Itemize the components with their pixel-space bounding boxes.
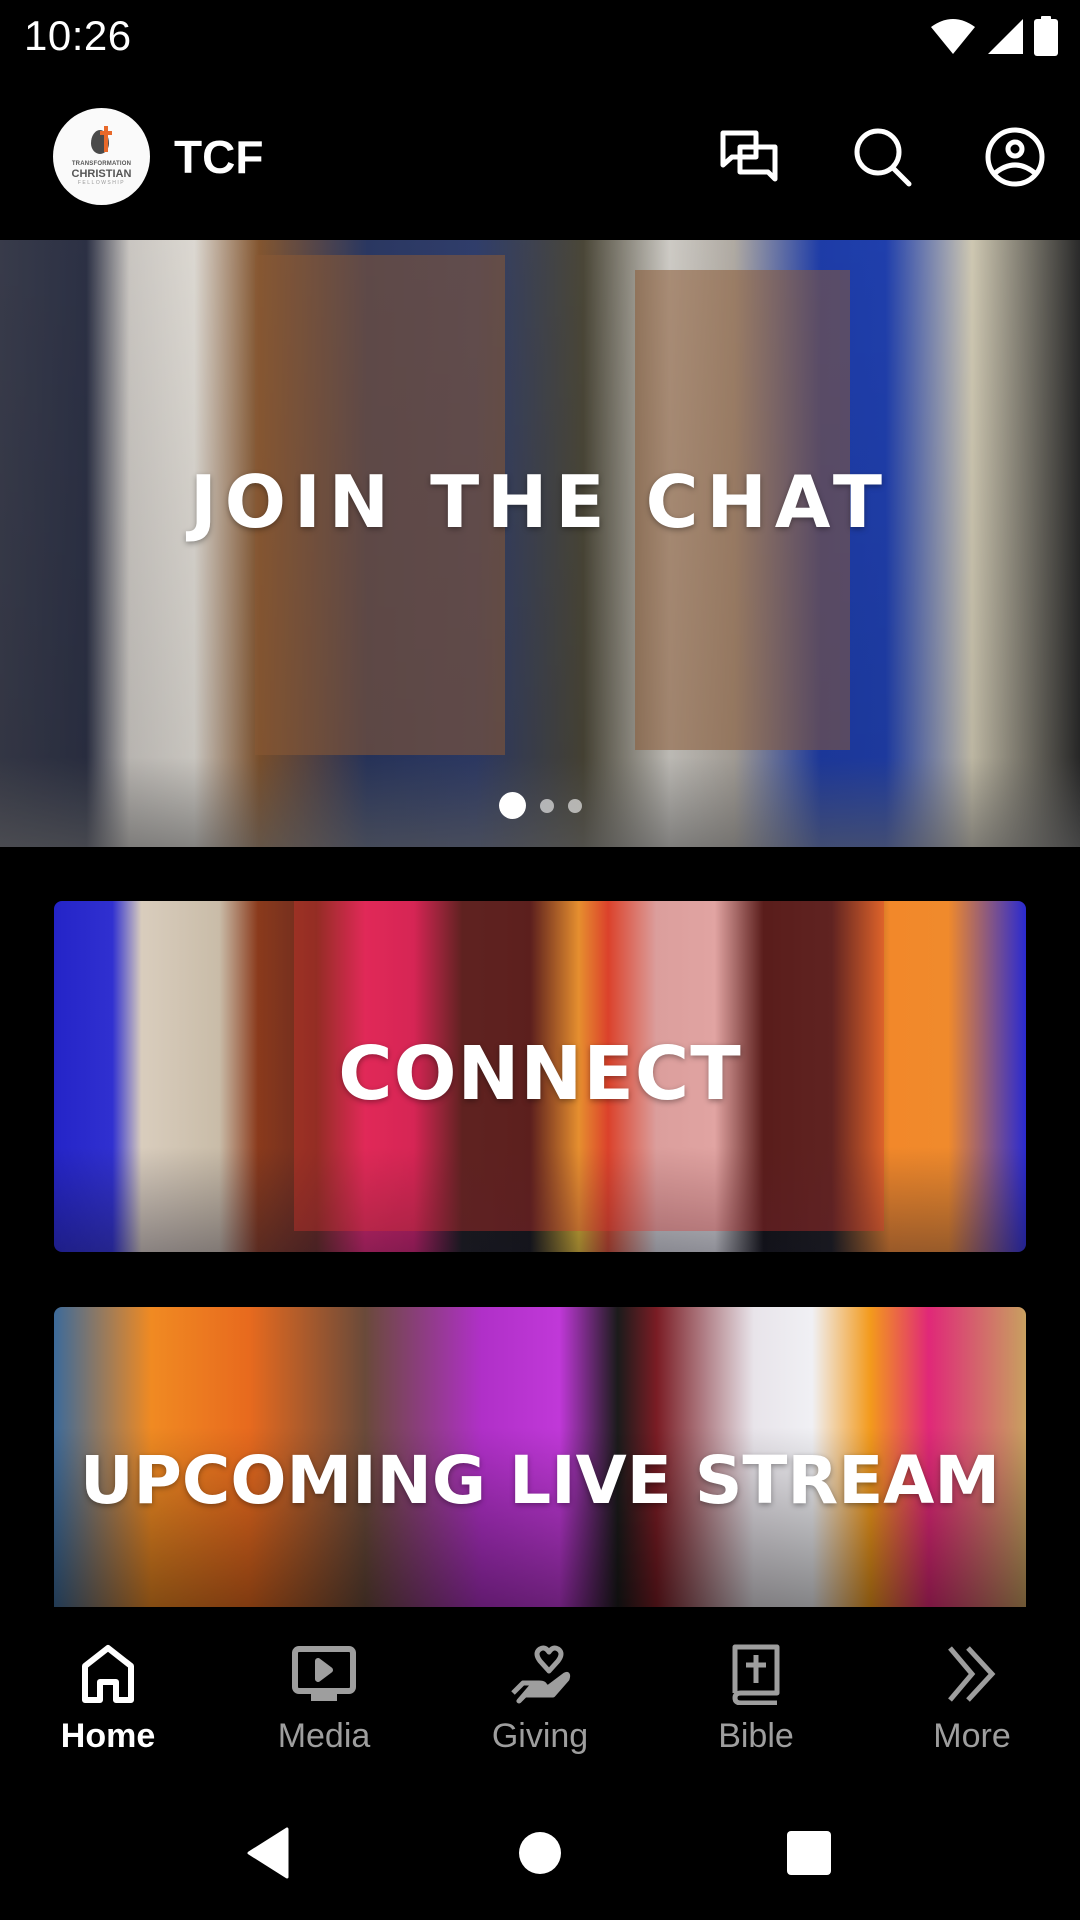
nav-label-bible: Bible — [718, 1717, 794, 1755]
carousel-indicator — [0, 792, 1080, 819]
recents-square-icon — [786, 1830, 832, 1881]
carousel-dot-1[interactable] — [498, 792, 526, 819]
chat-button[interactable] — [714, 124, 784, 194]
back-triangle-icon — [245, 1827, 291, 1884]
home-circle-icon — [518, 1831, 562, 1880]
status-icons — [930, 16, 1058, 56]
search-button[interactable] — [848, 124, 918, 194]
nav-item-home[interactable]: Home — [0, 1607, 216, 1757]
media-play-icon — [291, 1639, 357, 1709]
battery-icon — [1034, 16, 1058, 56]
nav-label-home: Home — [60, 1717, 156, 1755]
logo-cross-icon — [89, 126, 115, 156]
app-title: TCF — [174, 131, 264, 183]
nav-item-bible[interactable]: Bible — [648, 1607, 864, 1757]
logo-line-3: FELLOWSHIP — [77, 180, 126, 186]
bottom-navigation: Home Media Giving Bible More — [0, 1607, 1080, 1757]
upcoming-live-stream-card[interactable]: UPCOMING LIVE STREAM — [54, 1307, 1026, 1607]
status-bar: 10:26 — [0, 0, 1080, 72]
system-back-button[interactable] — [233, 1820, 303, 1890]
connect-card[interactable]: CONNECT — [54, 901, 1026, 1252]
nav-item-media[interactable]: Media — [216, 1607, 432, 1757]
hero-title: JOIN THE CHAT — [189, 460, 891, 544]
double-chevron-right-icon — [946, 1639, 998, 1709]
system-recents-button[interactable] — [774, 1820, 844, 1890]
giving-hand-heart-icon — [509, 1639, 571, 1709]
cellular-signal-icon — [986, 17, 1024, 55]
live-stream-card-title: UPCOMING LIVE STREAM — [79, 1442, 1001, 1519]
bible-icon — [731, 1639, 781, 1709]
nav-label-giving: Giving — [491, 1717, 589, 1755]
logo-line-1: TRANSFORMATION — [71, 161, 132, 167]
wifi-icon — [930, 17, 976, 55]
nav-label-media: Media — [277, 1717, 371, 1755]
nav-label-more: More — [933, 1717, 1011, 1755]
carousel-dot-2[interactable] — [539, 798, 554, 813]
system-home-button[interactable] — [505, 1820, 575, 1890]
status-time: 10:26 — [24, 12, 132, 59]
nav-item-more[interactable]: More — [864, 1607, 1080, 1757]
home-icon — [80, 1639, 136, 1709]
hero-carousel-join-the-chat[interactable]: JOIN THE CHAT — [0, 240, 1080, 847]
chat-bubbles-icon — [718, 129, 780, 190]
carousel-dot-3[interactable] — [567, 798, 582, 813]
app-bar: TRANSFORMATION CHRISTIAN FELLOWSHIP TCF — [0, 100, 1080, 212]
church-logo[interactable]: TRANSFORMATION CHRISTIAN FELLOWSHIP — [53, 108, 150, 205]
search-icon — [852, 126, 914, 193]
account-circle-icon — [984, 126, 1046, 193]
logo-line-2: CHRISTIAN — [71, 168, 132, 180]
nav-item-giving[interactable]: Giving — [432, 1607, 648, 1757]
profile-button[interactable] — [980, 124, 1050, 194]
connect-card-title: CONNECT — [338, 1031, 742, 1117]
system-navigation-bar — [0, 1780, 1080, 1920]
